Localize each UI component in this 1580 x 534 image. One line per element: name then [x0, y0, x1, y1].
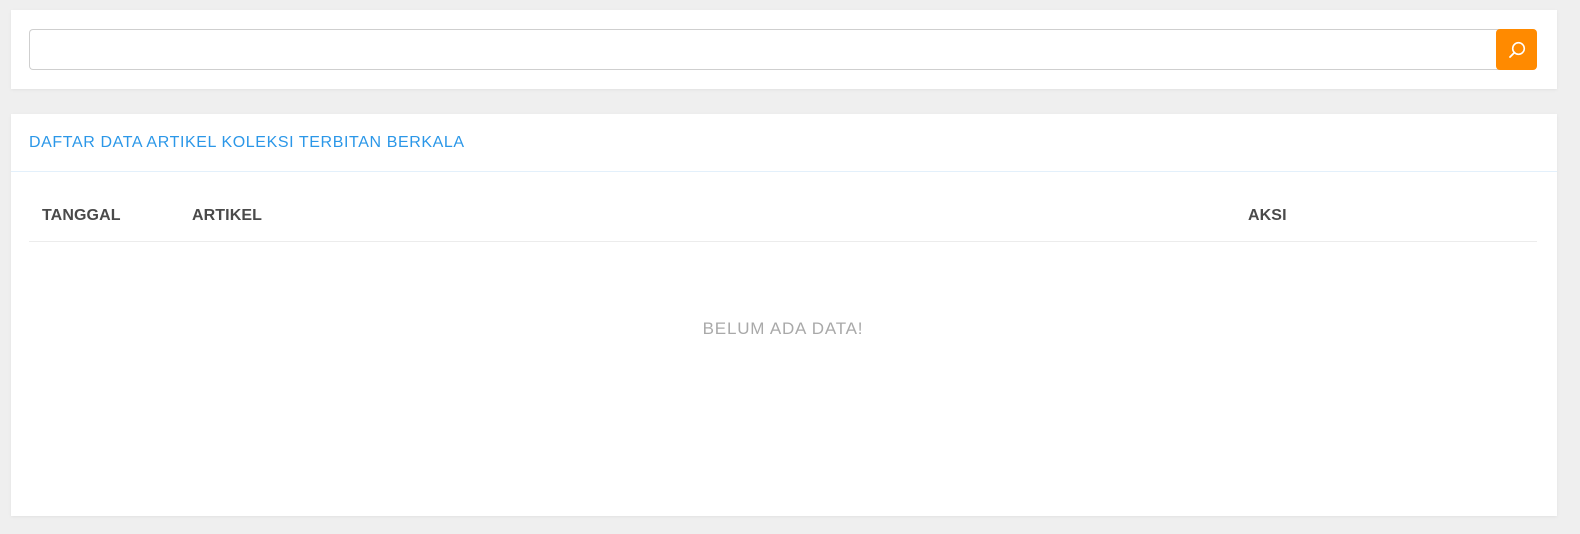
column-header-action: AKSI [1248, 207, 1287, 224]
column-header-article: ARTIKEL [192, 207, 263, 224]
search-input[interactable] [29, 29, 1501, 70]
panel-header: DAFTAR DATA ARTIKEL KOLEKSI TERBITAN BER… [11, 114, 1557, 172]
search-panel [11, 10, 1557, 89]
search-button[interactable] [1496, 29, 1537, 70]
article-list-panel: DAFTAR DATA ARTIKEL KOLEKSI TERBITAN BER… [11, 114, 1557, 516]
panel-title: DAFTAR DATA ARTIKEL KOLEKSI TERBITAN BER… [29, 133, 465, 151]
search-icon [1507, 40, 1527, 60]
table-header: TANGGAL ARTIKEL AKSI [29, 190, 1537, 242]
article-table: TANGGAL ARTIKEL AKSI BELUM ADA DATA! [29, 190, 1537, 338]
column-header-date: TANGGAL [42, 207, 121, 224]
empty-state-message: BELUM ADA DATA! [702, 319, 864, 338]
